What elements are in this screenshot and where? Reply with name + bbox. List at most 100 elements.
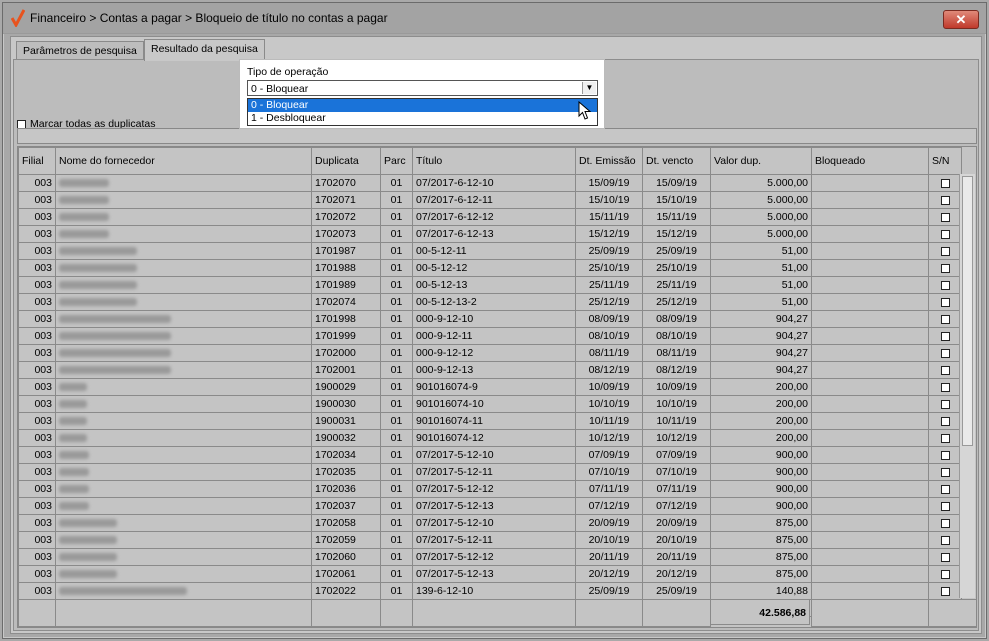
sn-cell [928,582,962,600]
col-header-valor[interactable]: Valor dup. [710,147,812,175]
table-row[interactable]: 003 1702022 01 139-6-12-10 25/09/19 25/09/19 1… [18,582,962,600]
emissao-cell: 07/11/19 [575,480,643,498]
row-select-checkbox[interactable] [940,586,950,596]
supplier-name-cell [55,361,312,379]
row-select-checkbox[interactable] [940,501,950,511]
row-select-checkbox[interactable] [940,382,950,392]
row-select-checkbox[interactable] [940,229,950,239]
row-select-checkbox[interactable] [940,314,950,324]
row-select-checkbox[interactable] [940,569,950,579]
valor-cell: 875,00 [710,565,812,583]
bloqueado-cell [811,582,929,600]
vencto-cell: 25/11/19 [642,276,711,294]
table-row[interactable]: 003 1701989 01 00-5-12-13 25/11/19 25/11/19 51… [18,276,962,294]
table-row[interactable]: 003 1701998 01 000-9-12-10 08/09/19 08/09/19 9… [18,310,962,328]
row-select-checkbox[interactable] [940,365,950,375]
close-button[interactable]: ✕ [943,10,979,29]
valor-cell: 875,00 [710,531,812,549]
sn-cell [928,225,962,243]
col-header-emissao[interactable]: Dt. Emissão [575,147,643,175]
parc-cell: 01 [380,480,413,498]
redacted-supplier-name [59,587,187,596]
table-row[interactable]: 003 1702035 01 07/2017-5-12-11 07/10/19 07/10… [18,463,962,481]
table-row[interactable]: 003 1702001 01 000-9-12-13 08/12/19 08/12/19 9… [18,361,962,379]
table-row[interactable]: 003 1701988 01 00-5-12-12 25/10/19 25/10/19 51… [18,259,962,277]
row-select-checkbox[interactable] [940,467,950,477]
parc-cell: 01 [380,531,413,549]
table-row[interactable]: 003 1702037 01 07/2017-5-12-13 07/12/19 07/12… [18,497,962,515]
filial-cell: 003 [18,565,56,583]
col-header-bloqueado[interactable]: Bloqueado [811,147,929,175]
table-row[interactable]: 003 1900029 01 901016074-9 10/09/19 10/09/19 2… [18,378,962,396]
row-select-checkbox[interactable] [940,297,950,307]
row-select-checkbox[interactable] [940,348,950,358]
table-row[interactable]: 003 1702074 01 00-5-12-13-2 25/12/19 25/12/19… [18,293,962,311]
emissao-cell: 08/10/19 [575,327,643,345]
emissao-cell: 08/11/19 [575,344,643,362]
duplicata-cell: 1702071 [311,191,381,209]
bloqueado-cell [811,310,929,328]
option-desbloquear[interactable]: 1 - Desbloquear [248,112,597,125]
operation-type-select[interactable]: 0 - Bloquear ▼ [247,80,598,96]
row-select-checkbox[interactable] [940,484,950,494]
table-row[interactable]: 003 1702034 01 07/2017-5-12-10 07/09/19 07/09… [18,446,962,464]
row-select-checkbox[interactable] [940,552,950,562]
option-bloquear[interactable]: 0 - Bloquear [248,99,597,112]
row-select-checkbox[interactable] [940,331,950,341]
table-row[interactable]: 003 1702036 01 07/2017-5-12-12 07/11/19 07/11… [18,480,962,498]
vertical-scrollbar[interactable] [959,174,975,598]
sn-cell [928,344,962,362]
table-row[interactable]: 003 1900030 01 901016074-10 10/10/19 10/10/19… [18,395,962,413]
table-row[interactable]: 003 1900032 01 901016074-12 10/12/19 10/12/19… [18,429,962,447]
row-select-checkbox[interactable] [940,399,950,409]
tab-parametros-pesquisa[interactable]: Parâmetros de pesquisa [16,41,144,60]
table-row[interactable]: 003 1702072 01 07/2017-6-12-12 15/11/19 15/11… [18,208,962,226]
col-header-vencto[interactable]: Dt. vencto [642,147,711,175]
row-select-checkbox[interactable] [940,263,950,273]
redacted-supplier-name [59,196,109,205]
col-header-sn[interactable]: S/N [928,147,962,175]
row-select-checkbox[interactable] [940,416,950,426]
row-select-checkbox[interactable] [940,280,950,290]
row-select-checkbox[interactable] [940,433,950,443]
table-row[interactable]: 003 1701999 01 000-9-12-11 08/10/19 08/10/19 9… [18,327,962,345]
table-row[interactable]: 003 1702059 01 07/2017-5-12-11 20/10/19 20/10… [18,531,962,549]
vencto-cell: 20/10/19 [642,531,711,549]
redacted-supplier-name [59,315,171,324]
chevron-down-icon[interactable]: ▼ [582,82,596,94]
row-select-checkbox[interactable] [940,535,950,545]
row-select-checkbox[interactable] [940,246,950,256]
row-select-checkbox[interactable] [940,195,950,205]
table-row[interactable]: 003 1702000 01 000-9-12-12 08/11/19 08/11/19 9… [18,344,962,362]
tab-resultado-pesquisa[interactable]: Resultado da pesquisa [144,39,265,61]
table-row[interactable]: 003 1701987 01 00-5-12-11 25/09/19 25/09/19 51… [18,242,962,260]
table-row[interactable]: 003 1702071 01 07/2017-6-12-11 15/10/19 15/10… [18,191,962,209]
title-bar[interactable]: Financeiro > Contas a pagar > Bloqueio d… [3,3,986,34]
col-header-fornecedor[interactable]: Nome do fornecedor [55,147,312,175]
table-row[interactable]: 003 1702073 01 07/2017-6-12-13 15/12/19 15/12… [18,225,962,243]
col-header-duplicata[interactable]: Duplicata [311,147,381,175]
row-select-checkbox[interactable] [940,518,950,528]
vencto-cell: 10/11/19 [642,412,711,430]
table-row[interactable]: 003 1702061 01 07/2017-5-12-13 20/12/19 20/12… [18,565,962,583]
supplier-name-cell [55,582,312,600]
row-select-checkbox[interactable] [940,212,950,222]
emissao-cell: 20/12/19 [575,565,643,583]
valor-cell: 904,27 [710,361,812,379]
titulo-cell: 139-6-12-10 [412,582,576,600]
footer-cell [18,599,56,627]
row-select-checkbox[interactable] [940,178,950,188]
bloqueado-cell [811,293,929,311]
table-row[interactable]: 003 1900031 01 901016074-11 10/11/19 10/11/19… [18,412,962,430]
parc-cell: 01 [380,225,413,243]
vencto-cell: 25/09/19 [642,242,711,260]
redacted-supplier-name [59,519,117,528]
scrollbar-thumb[interactable] [962,176,973,446]
col-header-titulo[interactable]: Título [412,147,576,175]
row-select-checkbox[interactable] [940,450,950,460]
table-row[interactable]: 003 1702060 01 07/2017-5-12-12 20/11/19 20/11… [18,548,962,566]
table-row[interactable]: 003 1702058 01 07/2017-5-12-10 20/09/19 20/09… [18,514,962,532]
col-header-filial[interactable]: Filial [18,147,56,175]
col-header-parc[interactable]: Parc [380,147,413,175]
table-row[interactable]: 003 1702070 01 07/2017-6-12-10 15/09/19 15/09… [18,174,962,192]
